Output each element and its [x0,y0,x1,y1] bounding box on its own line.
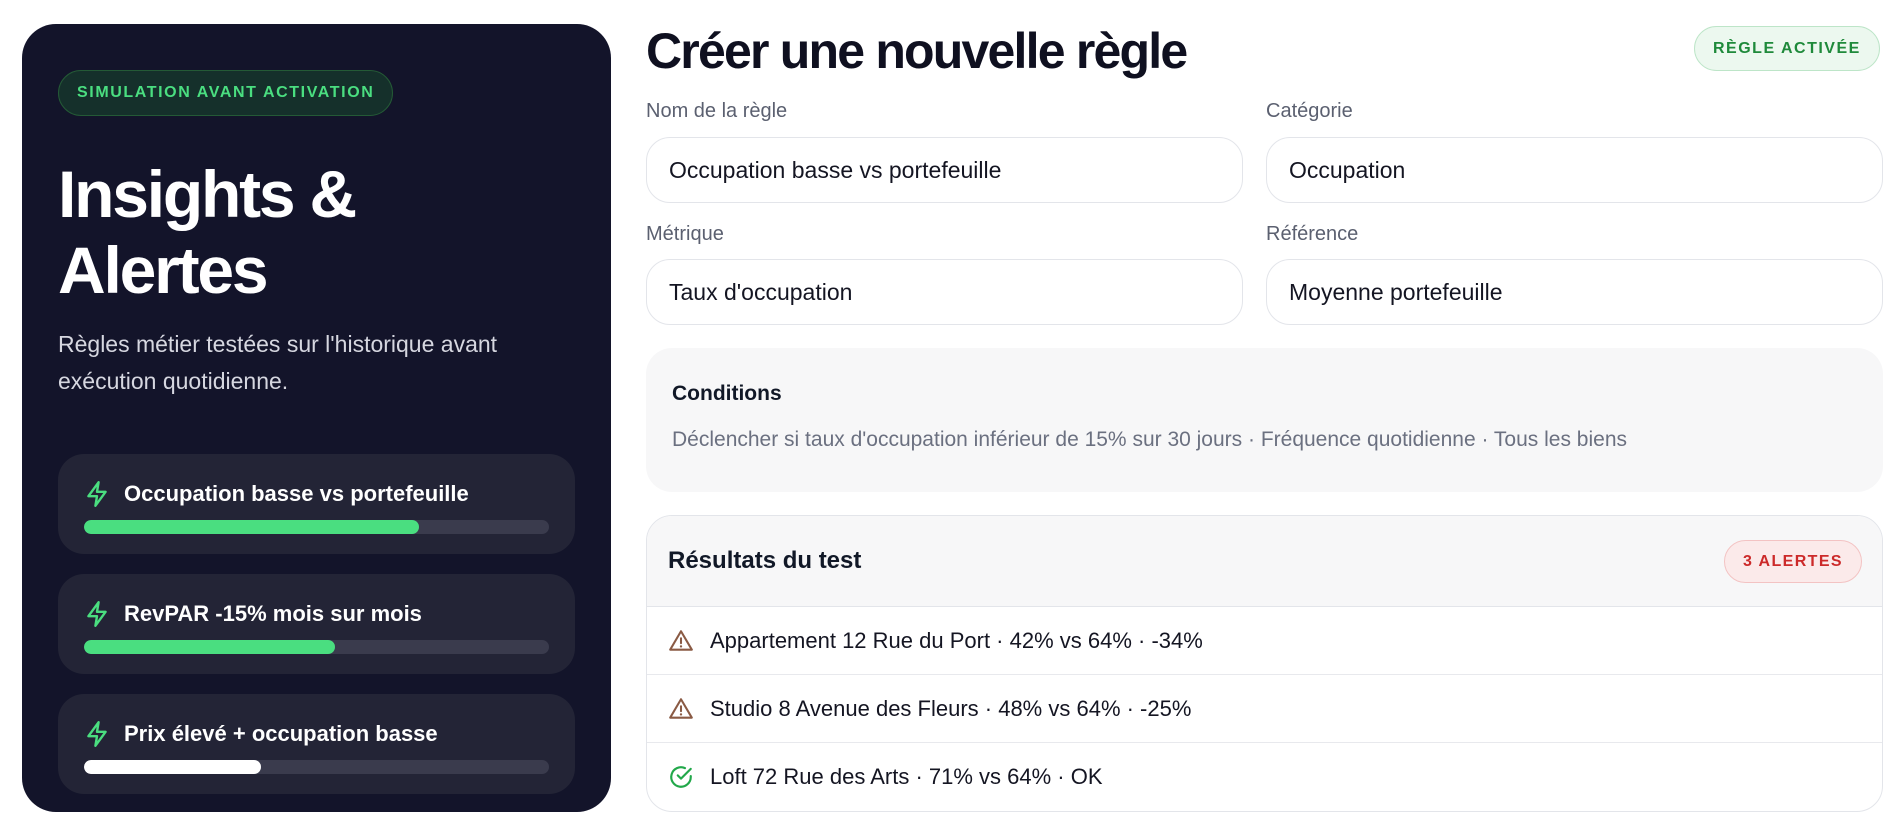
rule-progress-track [84,520,549,534]
panel-description: Règles métier testées sur l'historique a… [58,331,498,394]
rule-card[interactable]: Occupation basse vs portefeuille [58,454,575,554]
rule-list: Occupation basse vs portefeuille RevPAR … [58,454,575,794]
page: SIMULATION AVANT ACTIVATION Insights & A… [0,0,1903,826]
rule-card[interactable]: RevPAR -15% mois sur mois [58,574,575,674]
rule-progress-fill [84,640,336,654]
form-title: Créer une nouvelle règle [646,23,1188,79]
reference-input[interactable]: Moyenne portefeuille [1266,259,1883,325]
bolt-icon [84,480,110,508]
rule-name-label: Nom de la règle [646,100,788,122]
result-row[interactable]: Loft 72 Rue des Arts · 71% vs 64% · OK [647,743,1882,811]
bolt-icon [84,600,110,628]
test-results: Résultats du test 3 ALERTES Appartement … [646,515,1883,812]
rule-progress-track [84,640,549,654]
conditions-text: Déclencher si taux d'occupation inférieu… [672,428,1628,451]
insights-panel: SIMULATION AVANT ACTIVATION Insights & A… [22,24,611,812]
panel-title: Insights & Alertes [58,157,357,307]
warning-icon [668,696,694,722]
rule-card[interactable]: Prix élevé + occupation basse [58,694,575,794]
reference-label: Référence [1266,223,1359,245]
rule-active-badge: RÈGLE ACTIVÉE [1694,26,1880,71]
results-title: Résultats du test [668,547,862,574]
conditions-box: Conditions Déclencher si taux d'occupati… [646,348,1883,492]
result-text: Appartement 12 Rue du Port · 42% vs 64% … [710,627,1203,653]
rule-name: Prix élevé + occupation basse [124,721,438,746]
rule-progress-track [84,760,549,774]
category-label: Catégorie [1266,100,1353,122]
simulation-badge: SIMULATION AVANT ACTIVATION [58,70,394,116]
rule-progress-fill [84,520,419,534]
result-text: Studio 8 Avenue des Fleurs · 48% vs 64% … [710,695,1192,721]
bolt-icon [84,720,110,748]
metric-label: Métrique [646,223,724,245]
category-input[interactable]: Occupation [1266,137,1883,203]
check-circle-icon [668,764,694,790]
rule-name: RevPAR -15% mois sur mois [124,601,422,626]
conditions-title: Conditions [672,382,782,405]
metric-input[interactable]: Taux d'occupation [646,259,1243,325]
results-header: Résultats du test 3 ALERTES [647,516,1882,607]
alerts-count-badge: 3 ALERTES [1723,539,1862,583]
result-row[interactable]: Studio 8 Avenue des Fleurs · 48% vs 64% … [647,675,1882,743]
rule-progress-fill [84,760,261,774]
warning-icon [668,628,694,654]
rule-name: Occupation basse vs portefeuille [124,481,469,506]
result-text: Loft 72 Rue des Arts · 71% vs 64% · OK [710,764,1103,789]
rule-name-input[interactable]: Occupation basse vs portefeuille [646,137,1243,203]
result-row[interactable]: Appartement 12 Rue du Port · 42% vs 64% … [647,607,1882,675]
